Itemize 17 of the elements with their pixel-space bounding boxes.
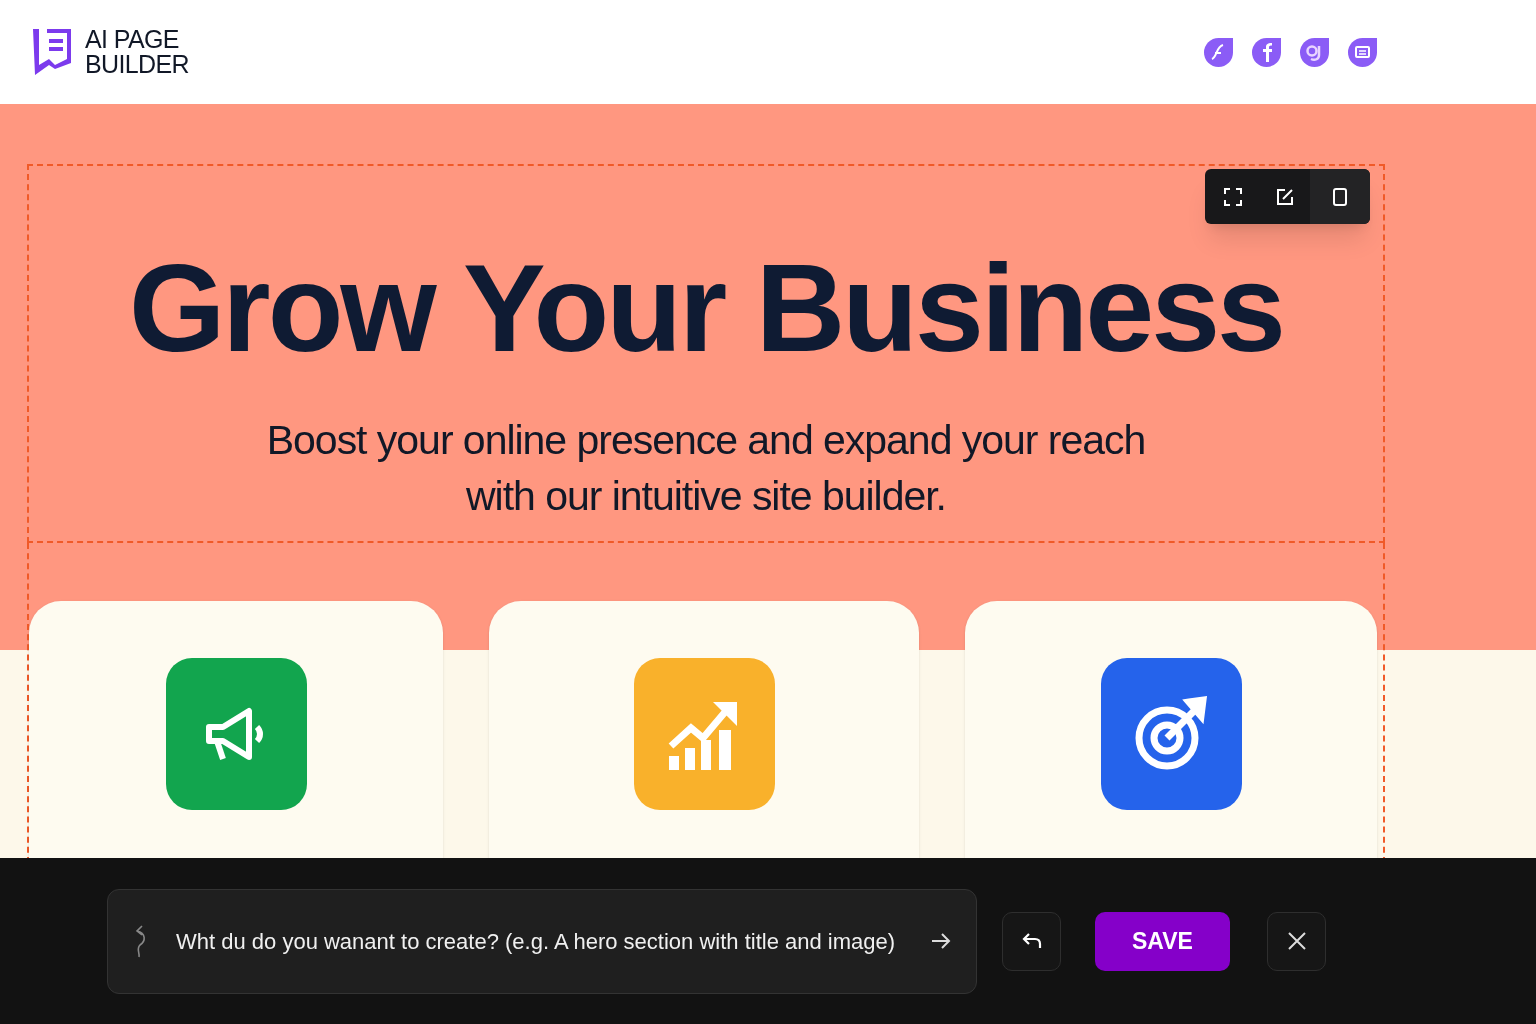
undo-icon [1020,931,1043,951]
logo-icon [31,27,73,77]
close-button[interactable] [1267,911,1326,971]
social-icon[interactable] [1299,36,1330,68]
save-button[interactable]: SAVE [1095,911,1230,971]
logo-text: AI PAGE BUILDER [85,27,189,77]
mobile-view-icon[interactable] [1310,169,1370,224]
prompt-field[interactable]: Wht du do you wanant to create? (e.g. A hero section with title and image) [107,888,977,994]
hero-subtitle: Boost your online presence and expand your reach with our intuitive site builder. [266,416,1146,521]
hero-title: Grow Your Business [128,246,1284,370]
social-icon[interactable] [1203,36,1234,68]
prompt-input[interactable]: Wht du do you wanant to create? (e.g. A hero section with title and image) [176,924,930,958]
document-icon[interactable] [1347,36,1378,68]
facebook-icon[interactable] [1251,36,1282,68]
close-icon [1286,931,1307,951]
selected-section[interactable]: Grow Your Business Boost your online presence and expand your reach with our intuitive site builder. [27,164,1385,543]
undo-button[interactable] [1002,911,1061,971]
